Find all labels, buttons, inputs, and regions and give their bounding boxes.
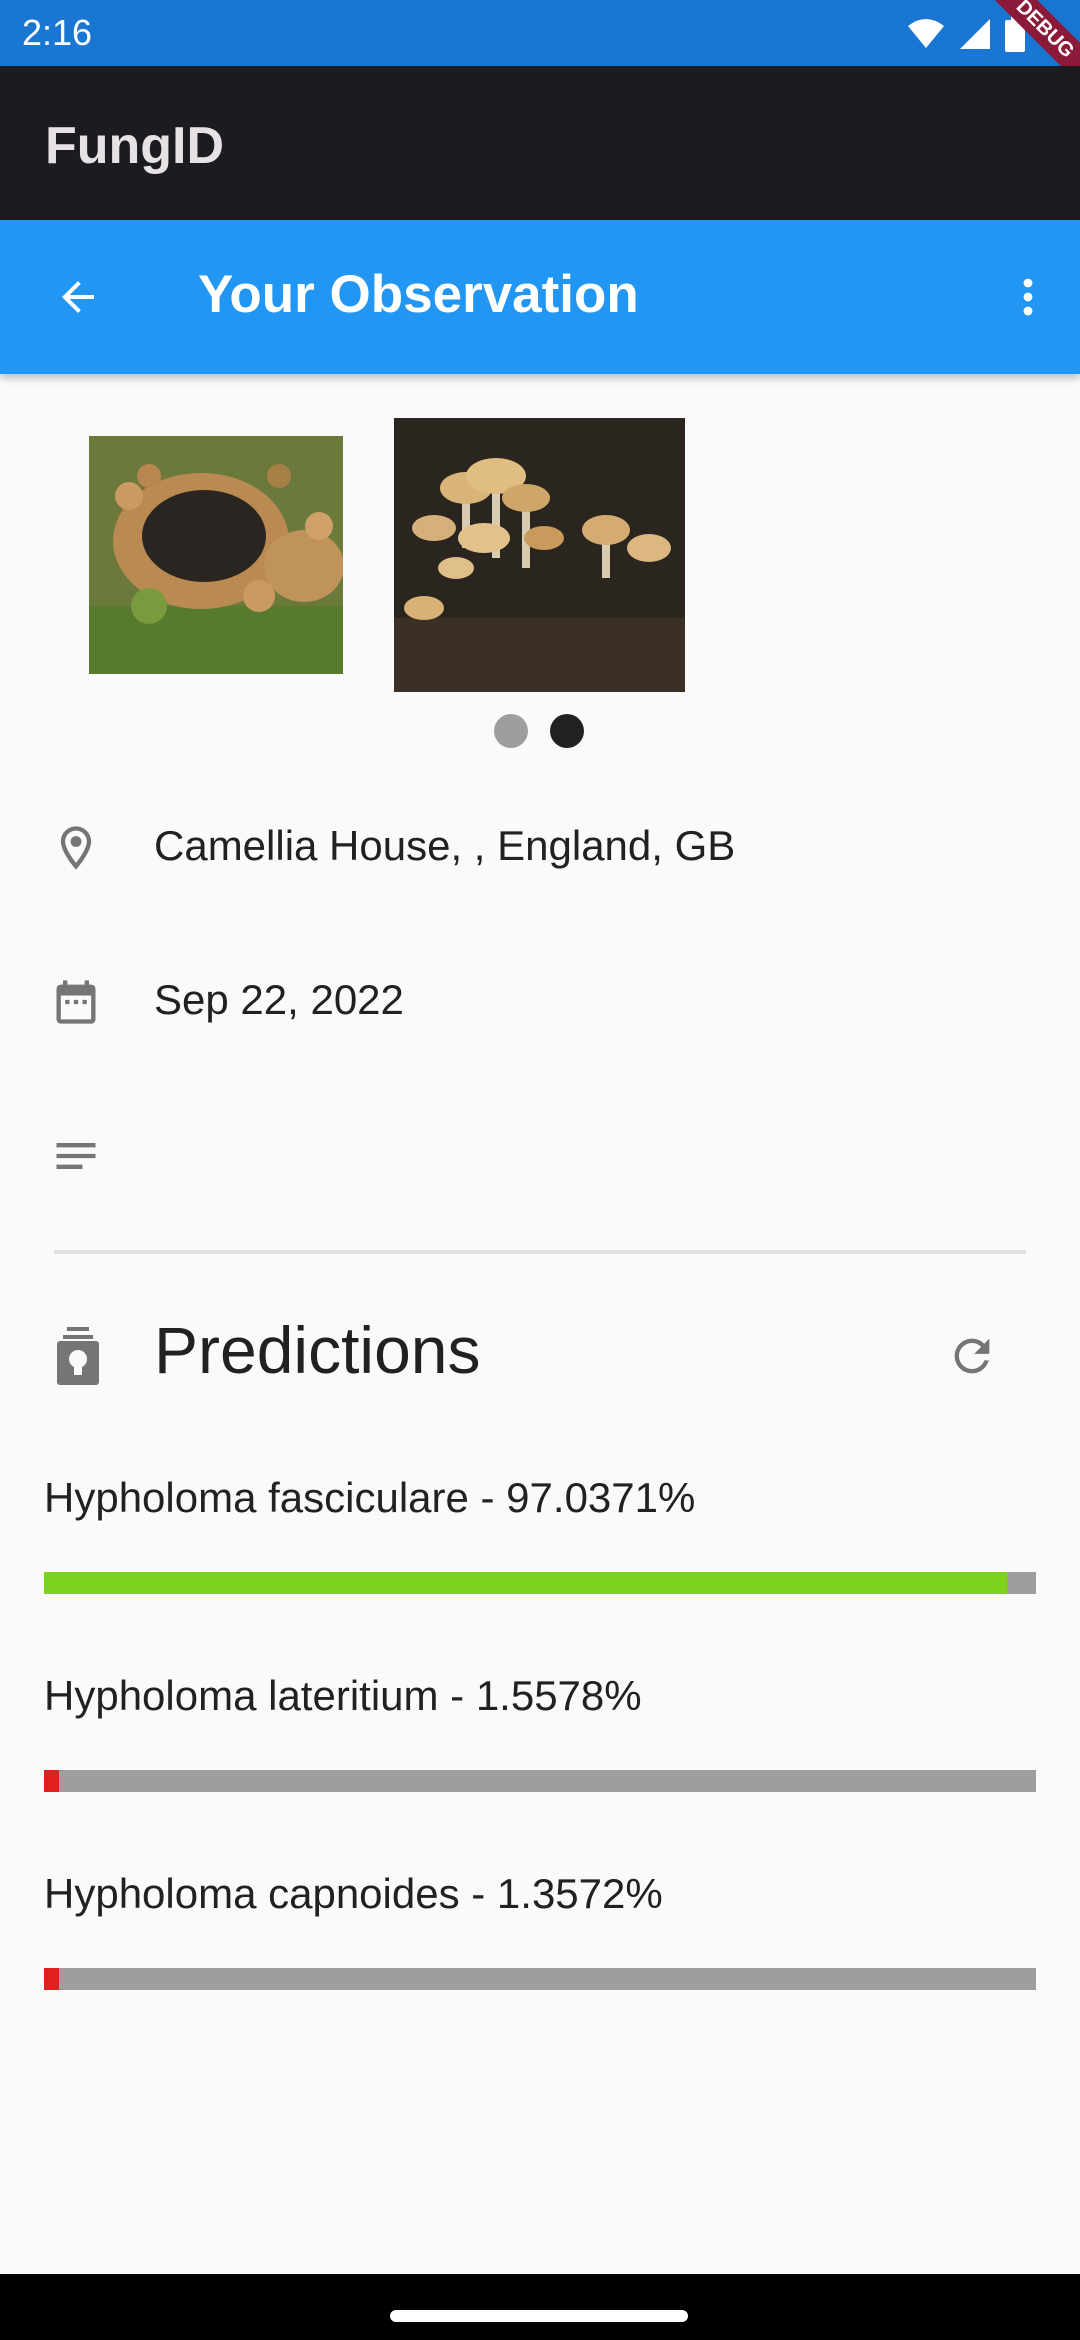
prediction-progress-fill	[44, 1770, 60, 1792]
app-bar: FungID	[0, 66, 1080, 220]
back-button[interactable]	[40, 265, 116, 329]
prediction-item: Hypholoma capnoides - 1.3572%	[44, 1870, 1036, 1990]
prediction-progress-fill	[44, 1968, 59, 1990]
date-text: Sep 22, 2022	[154, 976, 404, 1023]
app-title: FungID	[45, 117, 225, 175]
more-options-button[interactable]	[996, 265, 1060, 329]
date-row: Sep 22, 2022	[0, 954, 1080, 1044]
carousel-dot-2[interactable]	[550, 714, 584, 748]
prediction-label: Hypholoma capnoides - 1.3572%	[44, 1870, 663, 1917]
toolbar: Your Observation	[0, 220, 1080, 374]
prediction-label: Hypholoma lateritium - 1.5578%	[44, 1672, 642, 1719]
notes-icon	[48, 1128, 104, 1184]
home-gesture-handle[interactable]	[390, 2310, 688, 2322]
page-title: Your Observation	[198, 265, 639, 324]
arrow-back-icon	[62, 281, 94, 313]
calendar-icon	[48, 974, 104, 1030]
refresh-icon	[954, 1338, 990, 1374]
carousel-indicator	[494, 714, 584, 748]
more-vert-icon	[1023, 278, 1033, 316]
status-bar: 2:16 DEBUG	[0, 0, 1080, 93]
prediction-progress-track	[44, 1968, 1036, 1990]
observation-photo-2[interactable]	[394, 418, 685, 692]
system-navigation-bar	[0, 2274, 1080, 2340]
fungus-on-stump-image	[89, 436, 343, 674]
prediction-item: Hypholoma fasciculare - 97.0371%	[44, 1474, 1036, 1594]
observation-photo-1[interactable]	[89, 436, 343, 674]
location-row: Camellia House, , England, GB	[0, 800, 1080, 890]
section-divider	[54, 1250, 1026, 1254]
location-text: Camellia House, , England, GB	[154, 822, 736, 869]
signal-icon	[960, 19, 990, 49]
lightbulb-container-icon	[50, 1324, 106, 1388]
notes-row	[0, 1108, 1080, 1198]
mushroom-cluster-image	[394, 418, 685, 692]
refresh-button[interactable]	[940, 1324, 1004, 1388]
predictions-title: Predictions	[154, 1313, 481, 1387]
prediction-label: Hypholoma fasciculare - 97.0371%	[44, 1474, 696, 1521]
carousel-dot-1[interactable]	[494, 714, 528, 748]
prediction-progress-fill	[44, 1572, 1007, 1594]
predictions-header: Predictions	[0, 1300, 1080, 1410]
prediction-progress-track	[44, 1770, 1036, 1792]
wifi-icon	[908, 19, 944, 48]
status-time: 2:16	[22, 12, 93, 53]
prediction-progress-track	[44, 1572, 1036, 1594]
status-icons	[906, 14, 1026, 54]
location-pin-icon	[48, 820, 104, 876]
prediction-item: Hypholoma lateritium - 1.5578%	[44, 1672, 1036, 1792]
